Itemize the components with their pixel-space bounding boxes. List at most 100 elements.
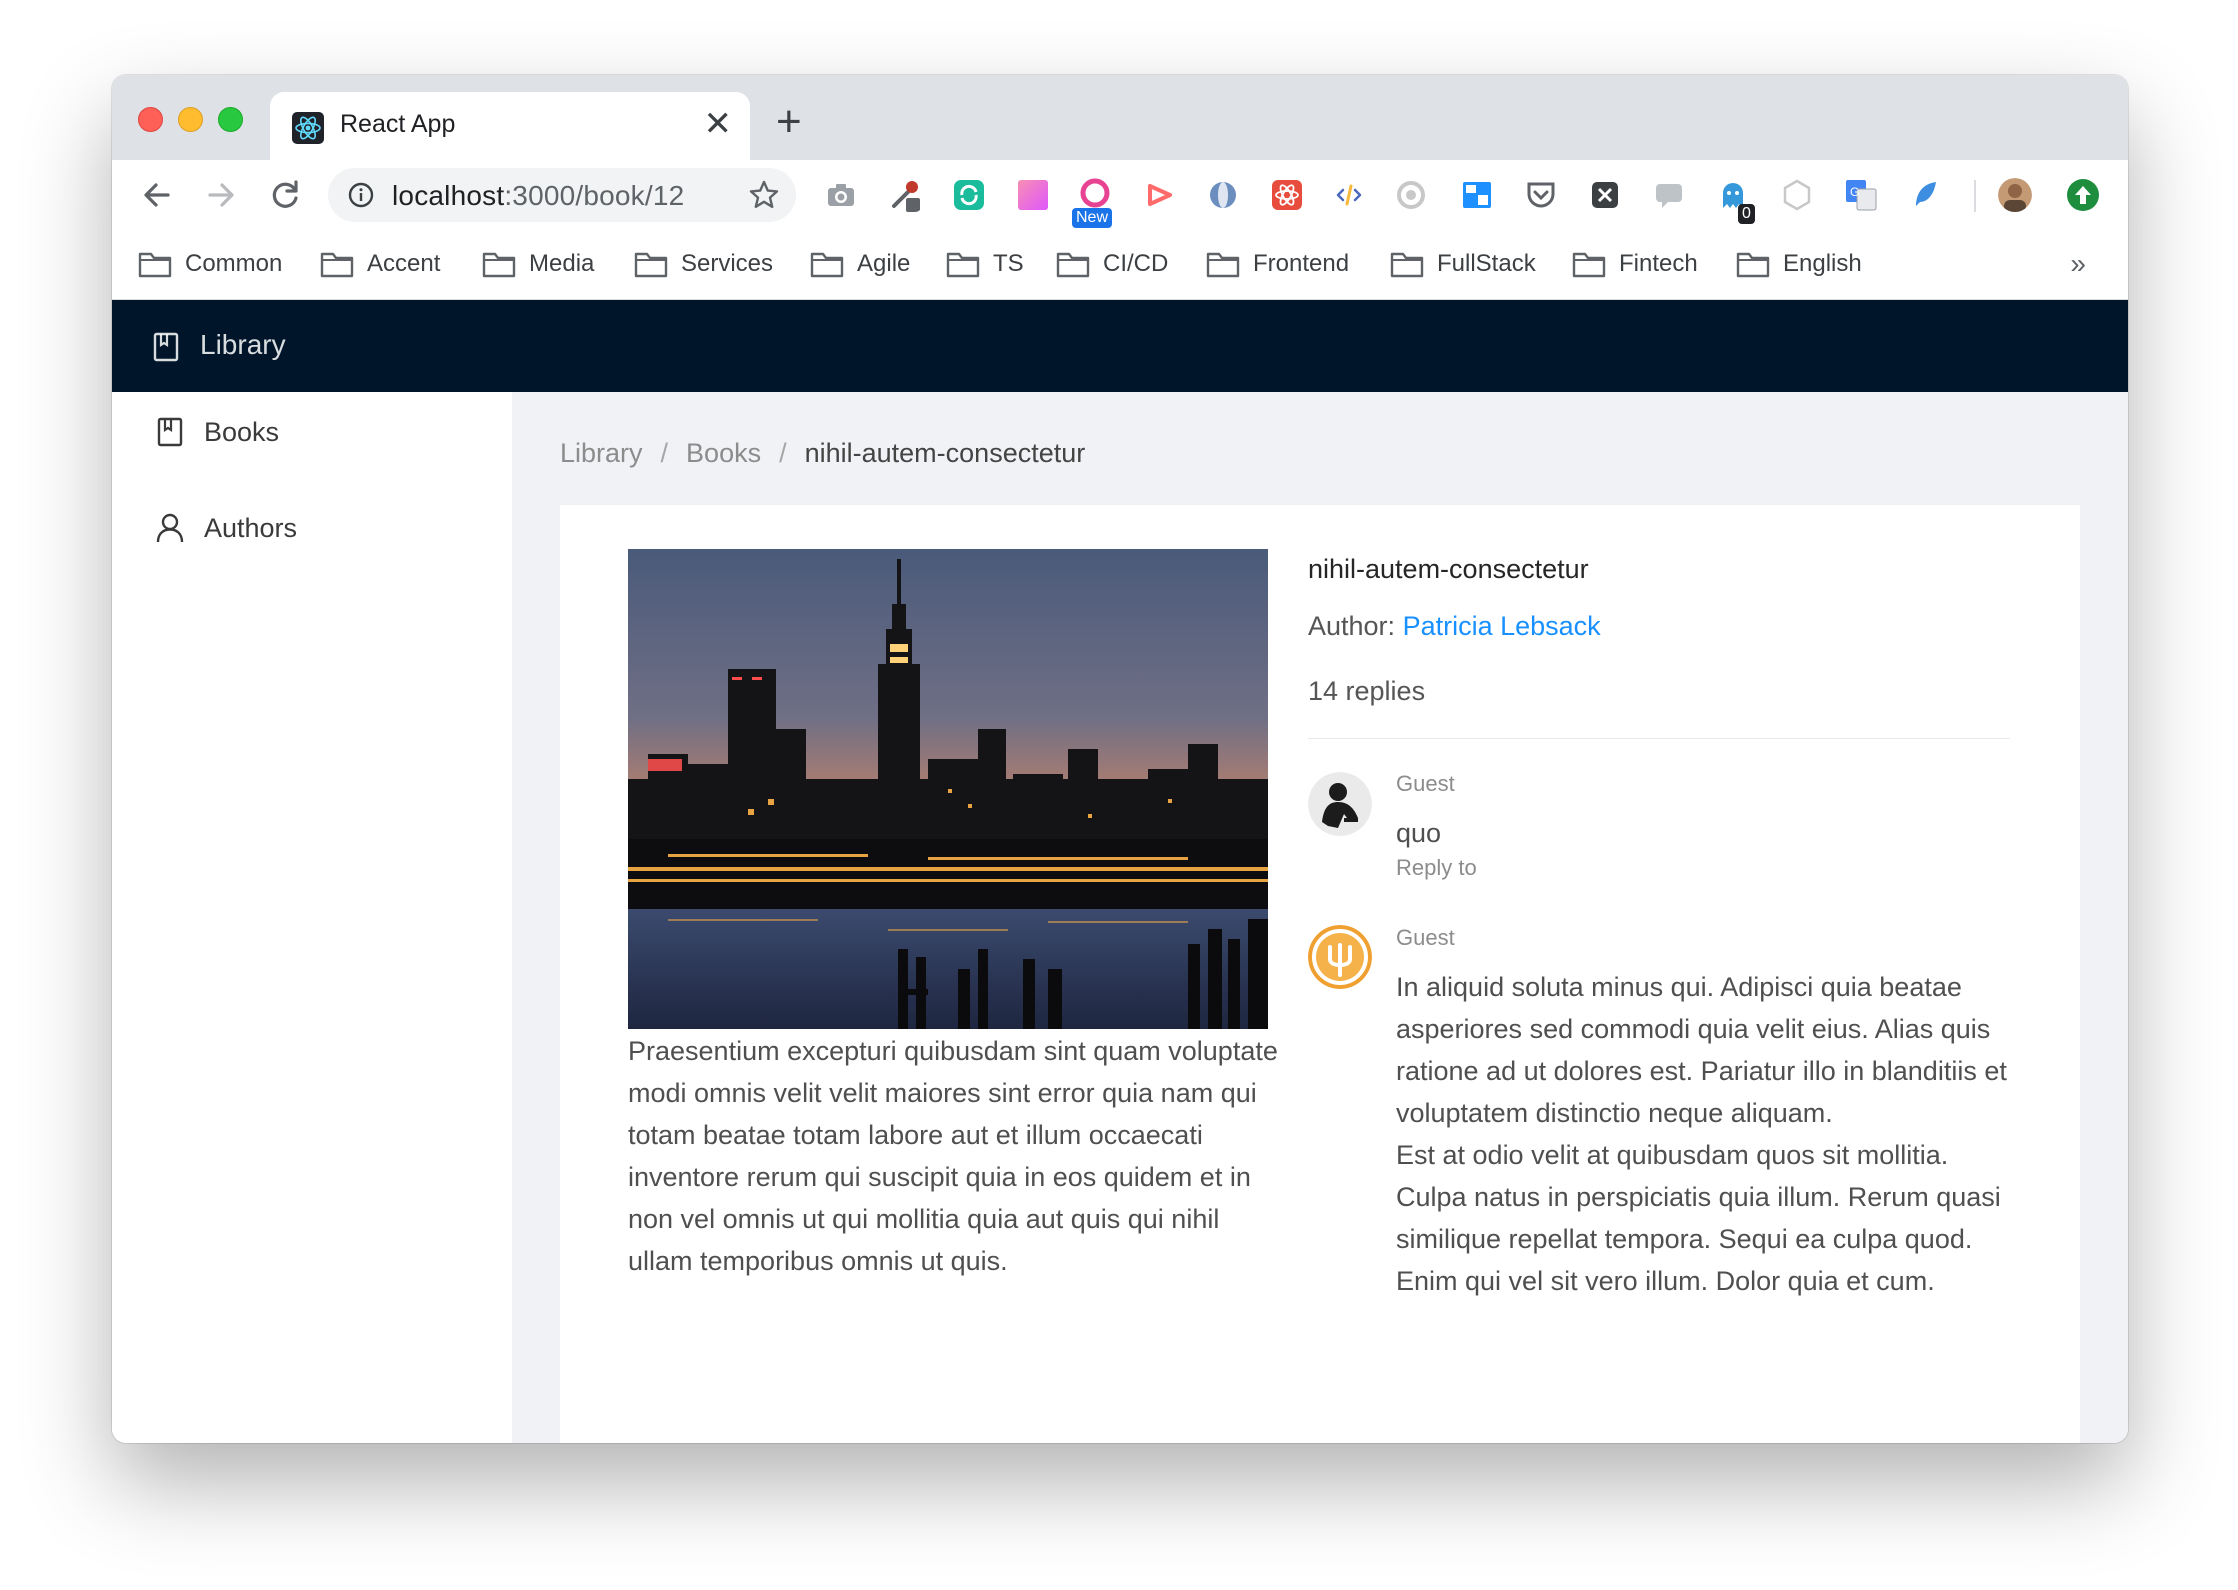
folder-icon bbox=[1390, 252, 1424, 278]
bookmark-folder[interactable]: TS bbox=[946, 246, 1024, 282]
breadcrumb-link[interactable]: Books bbox=[686, 438, 761, 469]
folder-icon bbox=[1736, 252, 1770, 278]
maximize-window-button[interactable] bbox=[218, 107, 243, 132]
eyedropper-extension-icon[interactable] bbox=[888, 178, 922, 212]
divider bbox=[1308, 738, 2010, 739]
browser-window: React App ✕ + localhost:3000/book/12 New… bbox=[112, 75, 2128, 1443]
browser-tab[interactable]: React App ✕ bbox=[270, 92, 750, 160]
breadcrumb-separator: / bbox=[779, 438, 787, 468]
author-prefix: Author: bbox=[1308, 611, 1396, 641]
comment-author: Guest bbox=[1396, 925, 1455, 950]
book-description: Praesentium excepturi quibusdam sint qua… bbox=[628, 1036, 1278, 1276]
new-badge: New bbox=[1072, 208, 1113, 228]
comment-body: In aliquid soluta minus qui. Adipisci qu… bbox=[1396, 972, 2007, 1296]
translate-icon[interactable]: G bbox=[1844, 178, 1878, 212]
color-circle-extension-icon[interactable] bbox=[1078, 178, 1112, 212]
folder-icon bbox=[1572, 252, 1606, 278]
sidebar-item-label: Books bbox=[204, 416, 280, 447]
site-info-icon[interactable] bbox=[348, 182, 374, 208]
more-bookmarks-button[interactable]: » bbox=[2070, 248, 2086, 280]
bookmark-label: English bbox=[1783, 250, 1862, 277]
bookmark-folder[interactable]: Media bbox=[482, 246, 594, 282]
bookmark-folder[interactable]: Accent bbox=[320, 246, 440, 282]
breadcrumb-link[interactable]: Library bbox=[560, 438, 643, 469]
react-logo-icon bbox=[292, 112, 324, 144]
bookmark-folder[interactable]: Frontend bbox=[1206, 246, 1349, 282]
close-window-button[interactable] bbox=[138, 107, 163, 132]
book-cover-image bbox=[628, 549, 1268, 1029]
bookmark-folder[interactable]: English bbox=[1736, 246, 1862, 282]
reply-button[interactable]: Reply to bbox=[1396, 855, 1477, 881]
tab-title: React App bbox=[340, 110, 456, 138]
sidebar-item-books[interactable]: Books bbox=[156, 412, 279, 452]
user-icon bbox=[156, 513, 184, 543]
pocket-icon[interactable] bbox=[1524, 178, 1558, 212]
folder-icon bbox=[138, 252, 172, 278]
replies-count: 14 replies bbox=[1308, 676, 1426, 706]
profile-avatar[interactable] bbox=[1998, 178, 2032, 212]
book-author: Author: Patricia Lebsack bbox=[1308, 611, 1601, 642]
app-title[interactable]: Library bbox=[200, 329, 286, 361]
bookmark-label: TS bbox=[993, 250, 1024, 277]
bookmark-folder[interactable]: FullStack bbox=[1390, 246, 1536, 282]
camera-extension-icon[interactable] bbox=[824, 178, 858, 212]
hexagon-extension-icon[interactable] bbox=[1780, 178, 1814, 212]
folder-icon bbox=[634, 252, 668, 278]
bookmark-label: Frontend bbox=[1253, 250, 1350, 277]
minimize-window-button[interactable] bbox=[178, 107, 203, 132]
folder-icon bbox=[1206, 252, 1240, 278]
tab-strip: React App ✕ + bbox=[112, 75, 2128, 160]
gradient-extension-icon[interactable] bbox=[1016, 178, 1050, 212]
tab-close-icon[interactable]: ✕ bbox=[704, 104, 733, 144]
update-icon[interactable] bbox=[2066, 178, 2100, 212]
toolbar-separator bbox=[1974, 180, 1976, 212]
sphere-extension-icon[interactable] bbox=[1206, 178, 1240, 212]
bookmark-folder[interactable]: Common bbox=[138, 246, 282, 282]
author-link[interactable]: Patricia Lebsack bbox=[1403, 611, 1601, 641]
sidebar-item-authors[interactable]: Authors bbox=[156, 508, 297, 548]
breadcrumb-current: nihil-autem-consectetur bbox=[804, 438, 1086, 468]
bookmark-star-icon[interactable] bbox=[748, 179, 780, 211]
bookmarks-bar: Common Accent Media Services Agile TS CI… bbox=[112, 230, 2128, 300]
bookmark-folder[interactable]: Agile bbox=[810, 246, 910, 282]
feather-extension-icon[interactable] bbox=[1908, 178, 1942, 212]
code-extension-icon[interactable] bbox=[1332, 178, 1366, 212]
reload-icon[interactable] bbox=[260, 170, 310, 220]
sidebar: Books Authors bbox=[112, 392, 512, 1443]
bookmark-label: Accent bbox=[367, 250, 441, 277]
ring-extension-icon[interactable] bbox=[1394, 178, 1428, 212]
x-extension-icon[interactable] bbox=[1588, 178, 1622, 212]
refresh-extension-icon[interactable] bbox=[952, 178, 986, 212]
bookmark-label: Common bbox=[185, 250, 283, 277]
bookmark-label: FullStack bbox=[1437, 250, 1536, 277]
bookmark-folder[interactable]: CI/CD bbox=[1056, 246, 1168, 282]
svg-text:G: G bbox=[1850, 185, 1859, 199]
bookmark-label: Agile bbox=[857, 250, 911, 277]
app-header: Library bbox=[112, 300, 2128, 392]
address-bar[interactable]: localhost:3000/book/12 bbox=[328, 168, 796, 222]
video-extension-icon[interactable] bbox=[1142, 178, 1176, 212]
comment-body: quo bbox=[1396, 818, 1442, 848]
bookmark-label: CI/CD bbox=[1103, 250, 1169, 277]
bookmark-folder[interactable]: Fintech bbox=[1572, 246, 1698, 282]
bookmark-label: Media bbox=[529, 250, 595, 277]
book-icon bbox=[157, 417, 183, 447]
bookmark-folder[interactable]: Services bbox=[634, 246, 773, 282]
book-title: nihil-autem-consectetur bbox=[1308, 554, 1589, 584]
folder-icon bbox=[482, 252, 516, 278]
avatar bbox=[1308, 925, 1372, 989]
forward-icon[interactable] bbox=[196, 170, 246, 220]
breadcrumb-separator: / bbox=[660, 438, 669, 468]
main-content: Library / Books / nihil-autem-consectetu… bbox=[512, 392, 2128, 1443]
folder-icon bbox=[946, 252, 980, 278]
folder-icon bbox=[810, 252, 844, 278]
book-card: Praesentium excepturi quibusdam sint qua… bbox=[560, 505, 2080, 1443]
new-tab-button[interactable]: + bbox=[776, 97, 802, 147]
window-extension-icon[interactable] bbox=[1460, 178, 1494, 212]
bookmark-label: Fintech bbox=[1619, 250, 1698, 277]
browser-toolbar: localhost:3000/book/12 New 0 G bbox=[112, 160, 2128, 230]
back-icon[interactable] bbox=[132, 170, 182, 220]
book-icon bbox=[153, 332, 179, 362]
chat-extension-icon[interactable] bbox=[1652, 178, 1686, 212]
react-devtools-icon[interactable] bbox=[1270, 178, 1304, 212]
